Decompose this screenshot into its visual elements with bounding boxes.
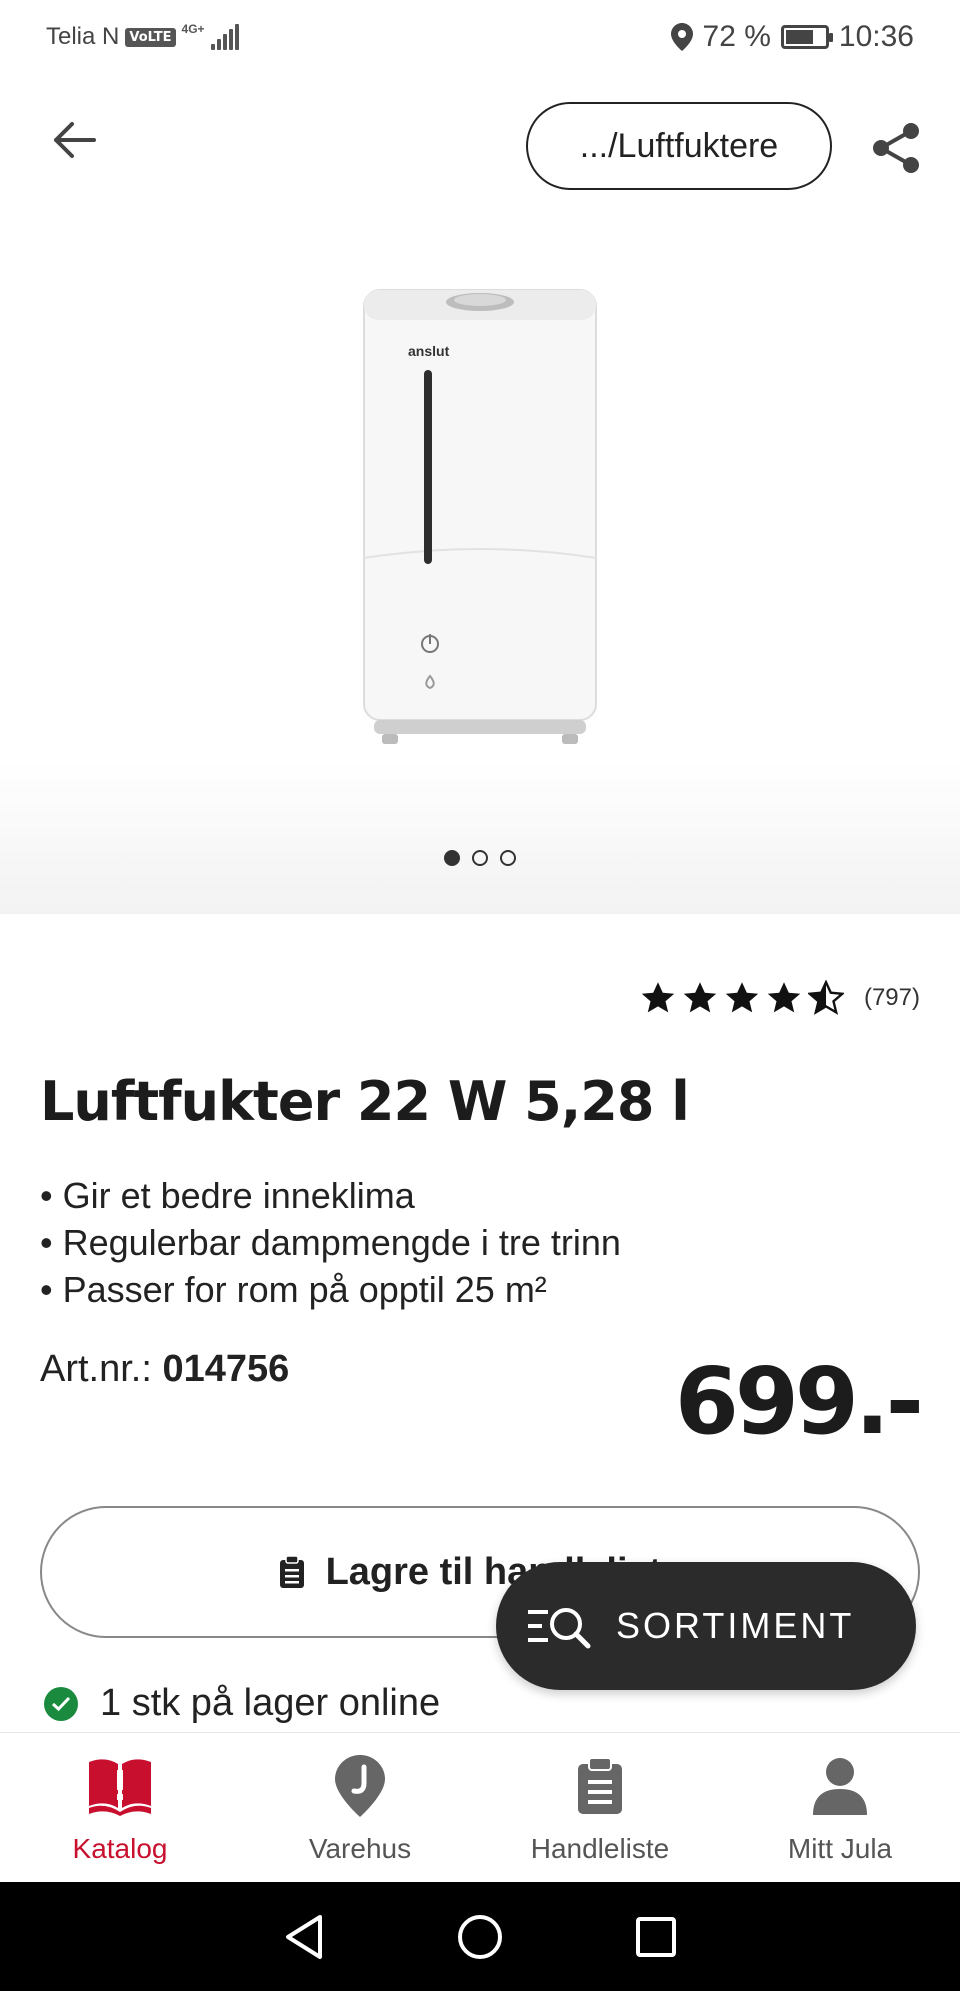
star-full-icon xyxy=(641,982,675,1013)
feature-item: • Regulerbar dampmengde i tre trinn xyxy=(40,1222,621,1263)
product-price: 699.- xyxy=(674,1348,924,1455)
nav-item-mitt-jula[interactable]: Mitt Jula xyxy=(720,1733,960,1882)
stock-text: 1 stk på lager online xyxy=(100,1682,441,1724)
status-right: 72 % 10:36 xyxy=(670,20,914,54)
clipboard-icon xyxy=(279,1555,304,1588)
star-half-icon xyxy=(807,980,844,1015)
top-bar: .../Luftfuktere xyxy=(0,74,960,218)
gallery-pagination xyxy=(0,850,960,866)
star-full-icon xyxy=(767,982,801,1013)
breadcrumb[interactable]: .../Luftfuktere xyxy=(526,102,832,190)
star-full-icon xyxy=(725,982,759,1013)
product-gallery[interactable]: anslut xyxy=(0,218,960,914)
carrier-name: Telia N xyxy=(46,23,120,50)
home-circle-icon[interactable] xyxy=(456,1913,504,1961)
location-icon xyxy=(670,23,693,51)
feature-item: • Gir et bedre inneklima xyxy=(40,1175,415,1216)
gallery-dot[interactable] xyxy=(444,850,460,866)
status-bar: Telia N VoLTE 4G+ 72 % 10:36 xyxy=(0,0,960,74)
article-number-value: 014756 xyxy=(162,1348,290,1390)
nav-label: Katalog xyxy=(72,1833,168,1864)
battery-icon xyxy=(780,25,833,49)
bottom-navigation: Katalog Varehus Handleliste Mitt Jula xyxy=(0,1732,960,1882)
stock-status: 1 stk på lager online xyxy=(44,1682,440,1725)
fab-label: SORTIMENT xyxy=(616,1605,855,1646)
recents-square-icon[interactable] xyxy=(634,1915,678,1959)
nav-item-katalog[interactable]: Katalog xyxy=(0,1733,240,1882)
star-full-icon xyxy=(683,982,717,1013)
volte-badge: VoLTE xyxy=(125,27,176,47)
gallery-dot[interactable] xyxy=(500,850,516,866)
filter-search-icon xyxy=(528,1608,591,1649)
store-pin-icon xyxy=(325,1751,395,1821)
product-features: • Gir et bedre inneklima • Regulerbar da… xyxy=(40,1172,621,1313)
rating-stars xyxy=(640,980,844,1016)
article-number-label: Art.nr.: xyxy=(40,1348,152,1390)
product-rating[interactable]: (797) xyxy=(640,980,920,1016)
arrow-left-icon xyxy=(54,122,96,158)
share-icon xyxy=(873,123,919,173)
nav-item-handleliste[interactable]: Handleliste xyxy=(480,1733,720,1882)
back-button[interactable] xyxy=(46,112,102,168)
article-number: Art.nr.: 014756 xyxy=(40,1348,289,1391)
nav-label: Varehus xyxy=(308,1833,412,1864)
feature-item: • Passer for rom på opptil 25 m² xyxy=(40,1269,547,1310)
product-image: anslut xyxy=(363,289,597,744)
nav-label: Handleliste xyxy=(530,1833,670,1864)
user-icon xyxy=(805,1751,875,1821)
assortment-fab[interactable]: SORTIMENT xyxy=(496,1562,916,1690)
system-navigation-bar xyxy=(0,1882,960,1991)
battery-percent: 72 % xyxy=(702,20,771,53)
nav-item-varehus[interactable]: Varehus xyxy=(240,1733,480,1882)
catalog-book-icon xyxy=(85,1751,155,1821)
review-count: (797) xyxy=(863,984,920,1011)
clock: 10:36 xyxy=(838,20,914,53)
share-button[interactable] xyxy=(866,118,926,178)
back-triangle-icon[interactable] xyxy=(282,1913,326,1961)
nav-label: Mitt Jula xyxy=(787,1833,893,1864)
signal-icon xyxy=(210,24,239,50)
brand-logo: anslut xyxy=(408,343,450,359)
check-circle-icon xyxy=(44,1686,78,1721)
network-type: 4G+ xyxy=(181,22,205,36)
gallery-dot[interactable] xyxy=(472,850,488,866)
clipboard-icon xyxy=(565,1751,635,1821)
product-title: Luftfukter 22 W 5,28 l xyxy=(40,1070,690,1133)
status-left: Telia N VoLTE 4G+ xyxy=(46,22,239,51)
